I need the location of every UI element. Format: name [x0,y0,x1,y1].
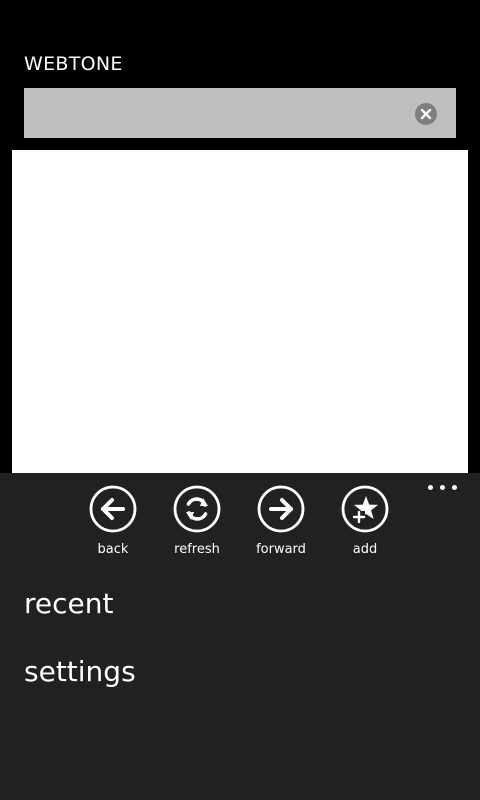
menu-item-recent[interactable]: recent [24,587,113,620]
forward-label: forward [256,542,306,557]
close-icon [420,108,432,120]
web-view[interactable] [12,150,468,473]
app-title: WEBTONE [24,53,123,75]
menu-item-settings[interactable]: settings [24,655,136,688]
star-add-icon [341,485,389,533]
address-bar[interactable] [24,88,456,138]
app-bar: back refresh forward add recent settings [0,473,480,800]
forward-button[interactable]: forward [239,485,323,575]
add-favorite-button[interactable]: add [323,485,407,575]
refresh-label: refresh [174,542,220,557]
add-label: add [352,542,378,557]
address-input[interactable] [24,88,404,138]
arrow-right-icon [257,485,305,533]
clear-button[interactable] [415,103,437,125]
refresh-button[interactable]: refresh [155,485,239,575]
refresh-icon [173,485,221,533]
back-label: back [97,542,129,557]
arrow-left-icon [89,485,137,533]
back-button[interactable]: back [71,485,155,575]
app-bar-icon-row: back refresh forward add [0,485,480,575]
